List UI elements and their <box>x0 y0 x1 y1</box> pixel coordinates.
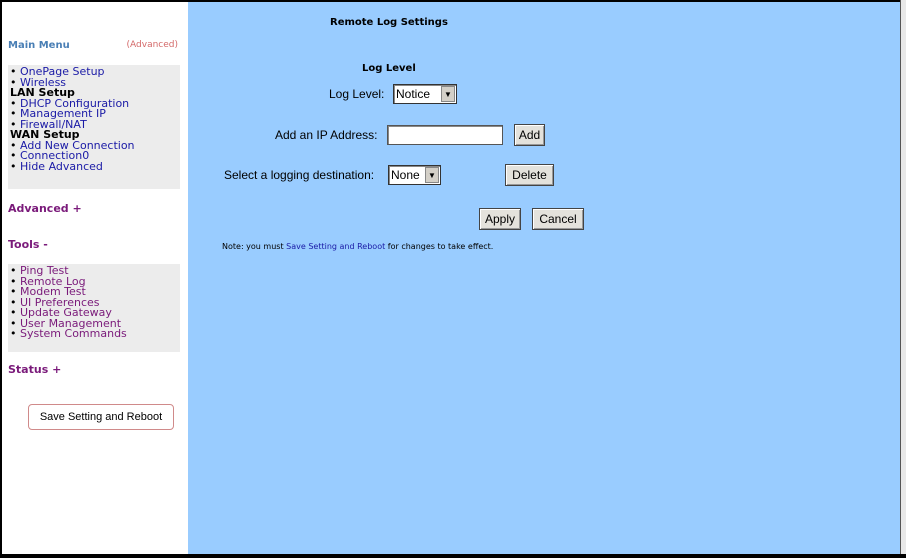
scrollbar[interactable] <box>900 0 906 558</box>
note-text: Note: you must Save Setting and Reboot f… <box>222 242 493 251</box>
main-content <box>188 2 900 554</box>
tools-section-link[interactable]: Tools - <box>8 238 48 251</box>
save-setting-and-reboot-button[interactable]: Save Setting and Reboot <box>28 404 174 430</box>
destination-label: Select a logging destination: <box>224 168 375 182</box>
log-level-label: Log Level: <box>329 87 385 101</box>
main-menu-header: Main Menu (Advanced) <box>8 40 184 51</box>
add-button[interactable]: Add <box>514 124 545 146</box>
apply-button[interactable]: Apply <box>479 208 521 230</box>
sidebar: Main Menu (Advanced) OnePage Setup Wirel… <box>2 2 188 554</box>
add-ip-label: Add an IP Address: <box>275 128 378 142</box>
advanced-section-link[interactable]: Advanced + <box>8 202 82 215</box>
cancel-button[interactable]: Cancel <box>532 208 584 230</box>
main-menu-list: OnePage Setup Wireless LAN Setup DHCP Co… <box>8 65 180 189</box>
destination-select[interactable]: None ▼ <box>388 165 441 185</box>
note-save-reboot-link[interactable]: Save Setting and Reboot <box>286 242 385 251</box>
log-level-heading: Log Level <box>362 63 416 74</box>
tools-menu-list: Ping Test Remote Log Modem Test UI Prefe… <box>8 264 180 352</box>
main-menu-title: Main Menu <box>8 40 70 51</box>
note-prefix: Note: you must <box>222 242 287 251</box>
log-level-value: Notice <box>396 87 431 101</box>
delete-button[interactable]: Delete <box>505 164 554 186</box>
advanced-toggle-link[interactable]: (Advanced) <box>127 40 178 50</box>
add-ip-input[interactable] <box>387 125 503 145</box>
menu-item-hide-advanced[interactable]: Hide Advanced <box>10 161 180 173</box>
dropdown-arrow-icon[interactable]: ▼ <box>425 167 439 183</box>
tools-item-system-commands[interactable]: System Commands <box>10 328 180 340</box>
window-bottom-border <box>0 554 906 558</box>
note-suffix: for changes to take effect. <box>385 242 494 251</box>
status-section-link[interactable]: Status + <box>8 363 61 376</box>
destination-value: None <box>391 168 420 182</box>
dropdown-arrow-icon[interactable]: ▼ <box>441 86 455 102</box>
log-level-select[interactable]: Notice ▼ <box>393 84 457 104</box>
page-title: Remote Log Settings <box>330 17 448 28</box>
